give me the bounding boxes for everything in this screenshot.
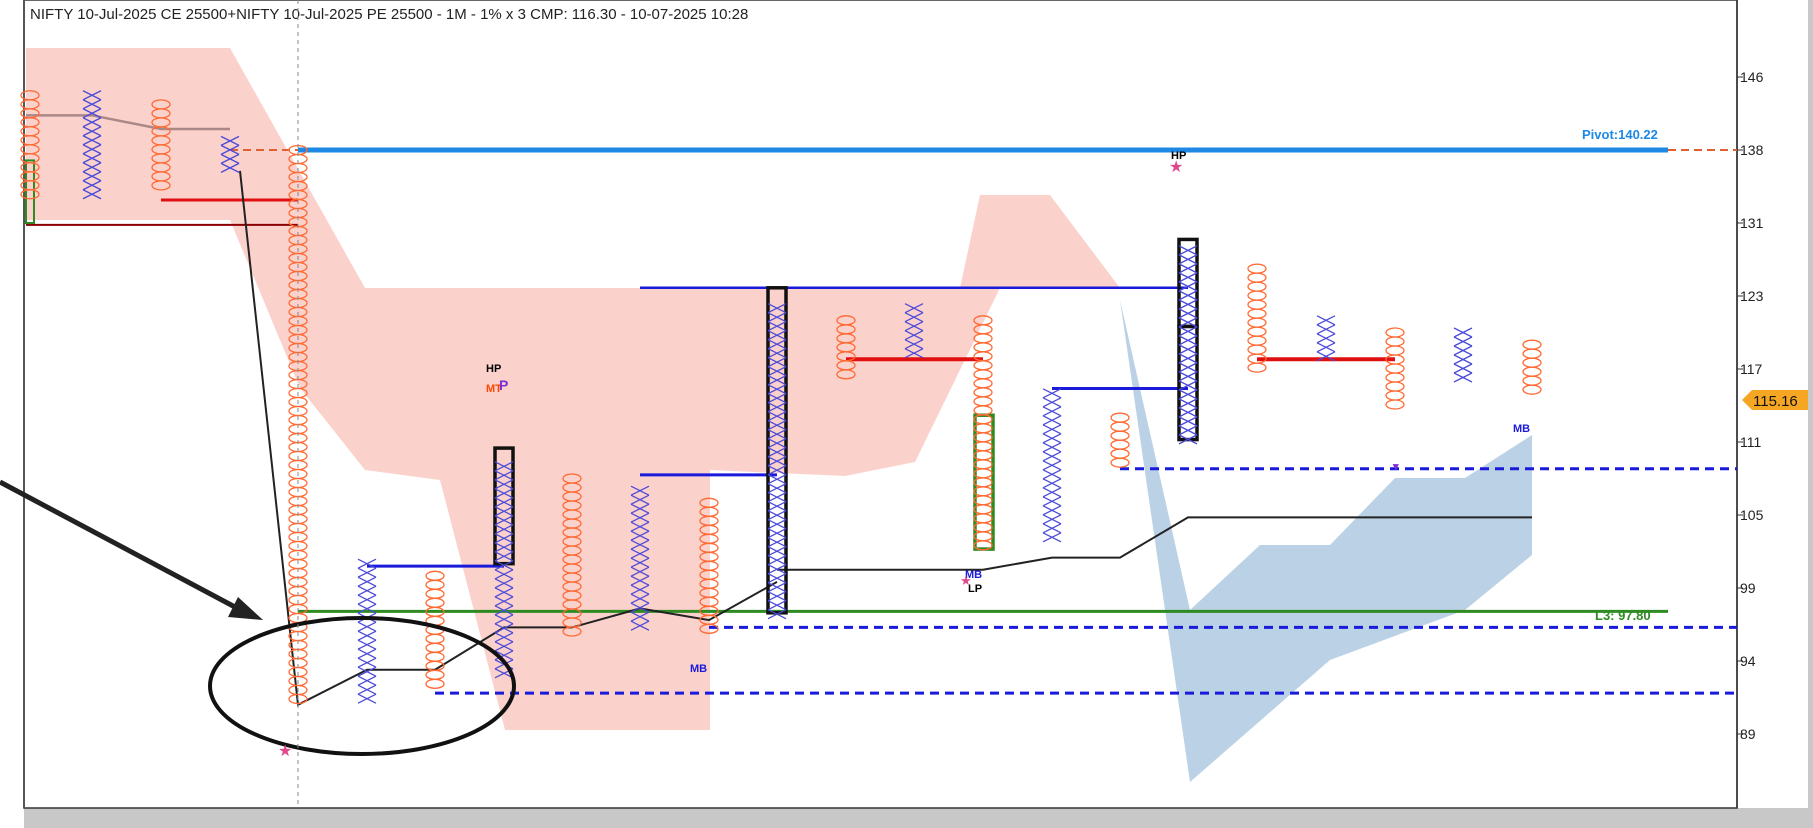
pnf-chart[interactable]: 146 138 131 123 117 111 105 99 94 89 NIFTY 10-Jul… — [0, 0, 1813, 828]
chart-stage: 146 138 131 123 117 111 105 99 94 89 NIFTY 10-Jul… — [0, 0, 1813, 828]
marker-p: P — [499, 377, 508, 393]
bottom-scroll-bar[interactable] — [24, 808, 1813, 828]
y-tick-label: 146 — [1740, 69, 1764, 85]
cmp-marker-value: 115.16 — [1753, 393, 1798, 410]
y-tick-label: 111 — [1740, 434, 1761, 450]
l3-label: L3: 97.80 — [1595, 608, 1651, 623]
cmp-marker: 115.16 — [1742, 390, 1808, 410]
star-icon: ★ — [960, 574, 972, 589]
right-gray-strip — [1808, 0, 1813, 828]
y-tick-label: 131 — [1740, 215, 1764, 231]
marker-mb-3: MB — [1513, 423, 1530, 435]
marker-hp-1: HP — [486, 363, 501, 375]
y-tick-label: 99 — [1740, 580, 1756, 596]
y-tick-label: 89 — [1740, 726, 1756, 742]
y-tick-label: 105 — [1740, 507, 1764, 523]
y-tick-label: 123 — [1740, 288, 1764, 304]
marker-mb-1: MB — [690, 663, 707, 675]
marker-tiny: ▾ — [1392, 461, 1399, 473]
star-icon: ★ — [1169, 157, 1183, 176]
y-tick-label: 94 — [1740, 653, 1756, 669]
pivot-label: Pivot:140.22 — [1582, 127, 1658, 142]
y-tick-label: 138 — [1740, 142, 1764, 158]
chart-title: NIFTY 10-Jul-2025 CE 25500+NIFTY 10-Jul-… — [30, 6, 748, 23]
y-tick-label: 117 — [1740, 361, 1763, 377]
star-icon: ★ — [278, 741, 292, 760]
